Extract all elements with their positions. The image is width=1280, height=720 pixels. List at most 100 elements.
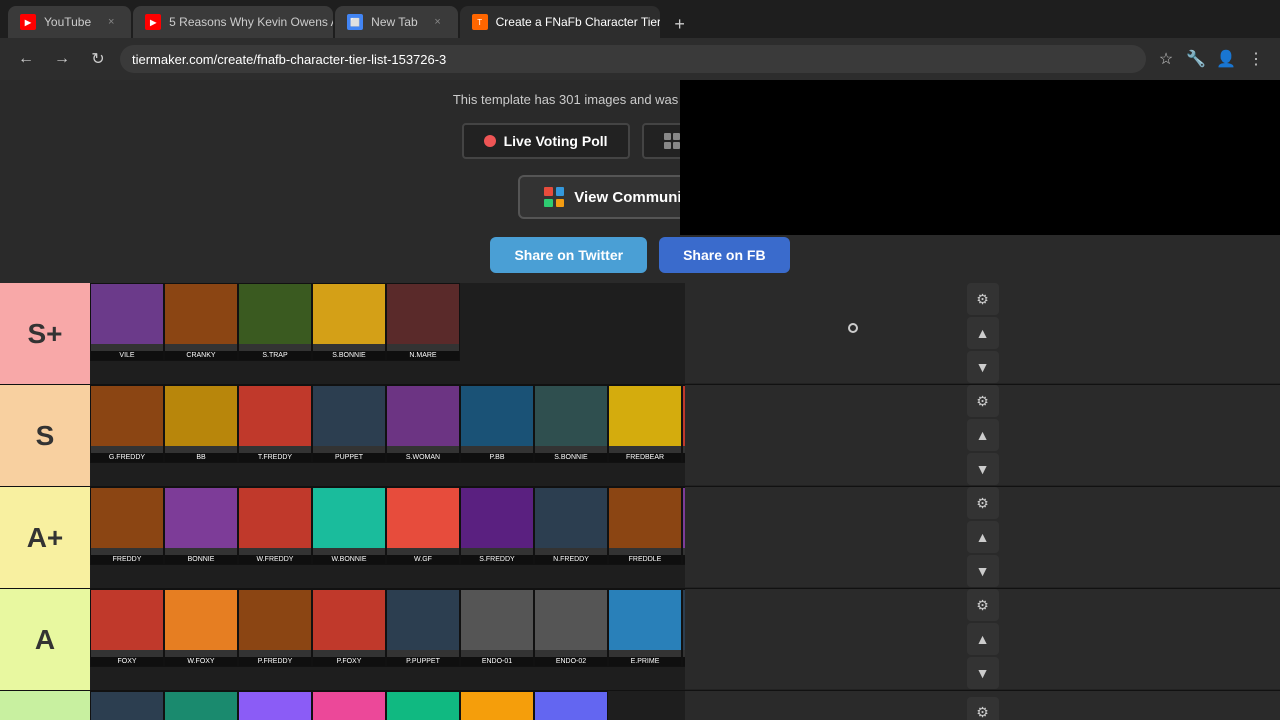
tab-youtube-close[interactable]: × <box>103 14 119 30</box>
list-item[interactable]: E.PRIME <box>608 589 682 667</box>
list-item[interactable] <box>386 691 460 720</box>
gear-button-a-plus[interactable]: ⚙ <box>967 487 999 519</box>
list-item[interactable]: N.FREDDY <box>534 487 608 565</box>
item-label: G.FREDDY <box>91 453 163 462</box>
down-button-a-plus[interactable]: ▼ <box>967 555 999 587</box>
share-twitter-button[interactable]: Share on Twitter <box>490 237 647 273</box>
tier-list: S+ VILE CRANKY S.TRAP S.BONNIE N.MARE ⚙ … <box>0 283 1280 720</box>
list-item[interactable]: BONNIE <box>164 487 238 565</box>
tier-items-a-plus: FREDDY BONNIE W.FREDDY W.BONNIE W.GF S.F… <box>90 487 685 588</box>
tab-newtab[interactable]: ⬜ New Tab × <box>335 6 457 38</box>
item-label: BB <box>165 453 237 462</box>
down-button-a[interactable]: ▼ <box>967 657 999 689</box>
list-item[interactable]: W.BONNIE <box>312 487 386 565</box>
new-tab-button[interactable]: + <box>666 10 694 38</box>
gear-button-s[interactable]: ⚙ <box>967 385 999 417</box>
list-item[interactable]: BB <box>164 385 238 463</box>
list-item[interactable]: P.BB <box>460 385 534 463</box>
list-item[interactable] <box>238 691 312 720</box>
list-item[interactable] <box>312 691 386 720</box>
list-item[interactable]: FREDDY <box>90 487 164 565</box>
list-item[interactable]: N.BONNIE <box>682 487 685 565</box>
video-box <box>680 80 1280 235</box>
list-item[interactable]: JJ <box>682 385 685 463</box>
tier-controls-s-plus: ⚙ ▲ ▼ <box>685 283 1280 384</box>
page-content: This template has 301 images and was las… <box>0 80 1280 720</box>
list-item[interactable] <box>460 691 534 720</box>
up-button-s[interactable]: ▲ <box>967 419 999 451</box>
list-item[interactable]: W.FREDDY <box>238 487 312 565</box>
item-label: E.PRIME <box>609 657 681 666</box>
tier-row-a: A FOXY W.FOXY P.FREDDY P.FOXY P.PUPPET E… <box>0 589 1280 691</box>
back-button[interactable]: ← <box>12 45 40 73</box>
bookmark-icon[interactable]: ☆ <box>1154 47 1178 71</box>
tier-row-a-plus: A+ FREDDY BONNIE W.FREDDY W.BONNIE W.GF … <box>0 487 1280 589</box>
item-label: T.FREDDY <box>239 453 311 462</box>
list-item[interactable]: VILE <box>90 283 164 361</box>
list-item[interactable] <box>164 691 238 720</box>
list-item[interactable]: S.TRAP <box>238 283 312 361</box>
gear-button-b[interactable]: ⚙ <box>967 697 999 720</box>
address-bar-row: ← → ↻ ☆ 🔧 👤 ⋮ <box>0 38 1280 80</box>
kevin-favicon: ▶ <box>145 14 161 30</box>
list-item[interactable]: P.FOXY <box>312 589 386 667</box>
share-fb-button[interactable]: Share on FB <box>659 237 789 273</box>
up-button-a[interactable]: ▲ <box>967 623 999 655</box>
down-button-s-plus[interactable]: ▼ <box>967 351 999 383</box>
list-item[interactable]: FOXY <box>90 589 164 667</box>
tier-label-a-plus: A+ <box>0 487 90 588</box>
list-item[interactable]: FREDDLE <box>608 487 682 565</box>
refresh-button[interactable]: ↻ <box>84 45 112 73</box>
list-item[interactable]: S.BONNIE <box>312 283 386 361</box>
live-voting-poll-button[interactable]: Live Voting Poll <box>462 123 630 159</box>
list-item[interactable]: ENDO-02 <box>534 589 608 667</box>
address-input[interactable] <box>120 45 1146 73</box>
tier-controls-a-plus: ⚙ ▲ ▼ <box>685 487 1280 588</box>
item-label: FREDBEAR <box>609 453 681 462</box>
forward-button[interactable]: → <box>48 45 76 73</box>
community-grid-icon <box>544 187 564 207</box>
menu-icon[interactable]: ⋮ <box>1244 47 1268 71</box>
list-item[interactable] <box>90 691 164 720</box>
list-item[interactable]: S.WOMAN <box>386 385 460 463</box>
tab-kevin[interactable]: ▶ 5 Reasons Why Kevin Owens A... × <box>133 6 333 38</box>
tab-newtab-label: New Tab <box>371 15 417 29</box>
up-button-s-plus[interactable]: ▲ <box>967 317 999 349</box>
gear-button-a[interactable]: ⚙ <box>967 589 999 621</box>
list-item[interactable]: P.FREDDY <box>238 589 312 667</box>
tab-youtube-label: YouTube <box>44 15 91 29</box>
tab-tiermaker[interactable]: T Create a FNaFb Character Tier ... × <box>460 6 660 38</box>
list-item[interactable]: G.FREDDY <box>90 385 164 463</box>
list-item[interactable]: P.PUPPET <box>386 589 460 667</box>
item-label: ENDO-02 <box>535 657 607 666</box>
list-item[interactable]: PUPPET <box>312 385 386 463</box>
list-item[interactable]: N.MARE <box>386 283 460 361</box>
list-item[interactable]: P.PUPPET <box>682 589 685 667</box>
list-item[interactable]: S.BONNIE <box>534 385 608 463</box>
list-item[interactable] <box>534 691 608 720</box>
item-label: P.PUPPET <box>683 657 685 666</box>
tier-controls-s: ⚙ ▲ ▼ <box>685 385 1280 486</box>
profile-icon[interactable]: 👤 <box>1214 47 1238 71</box>
list-item[interactable]: FREDBEAR <box>608 385 682 463</box>
down-button-s[interactable]: ▼ <box>967 453 999 485</box>
list-item[interactable]: W.FOXY <box>164 589 238 667</box>
item-label: ENDO-01 <box>461 657 533 666</box>
extensions-icon[interactable]: 🔧 <box>1184 47 1208 71</box>
tiermaker-favicon: T <box>472 14 488 30</box>
list-item[interactable]: ENDO-01 <box>460 589 534 667</box>
list-item[interactable]: T.FREDDY <box>238 385 312 463</box>
list-item[interactable]: CRANKY <box>164 283 238 361</box>
item-label: VILE <box>91 351 163 360</box>
tier-area: S+ VILE CRANKY S.TRAP S.BONNIE N.MARE ⚙ … <box>0 283 1280 720</box>
item-label: S.BONNIE <box>313 351 385 360</box>
live-dot-icon <box>484 135 496 147</box>
list-item[interactable]: S.FREDDY <box>460 487 534 565</box>
tab-newtab-close[interactable]: × <box>430 14 446 30</box>
gear-button-s-plus[interactable]: ⚙ <box>967 283 999 315</box>
up-button-a-plus[interactable]: ▲ <box>967 521 999 553</box>
tier-row-b: B ⚙ ▲ <box>0 691 1280 720</box>
top-section: This template has 301 images and was las… <box>0 80 1280 283</box>
list-item[interactable]: W.GF <box>386 487 460 565</box>
tab-youtube[interactable]: ▶ YouTube × <box>8 6 131 38</box>
